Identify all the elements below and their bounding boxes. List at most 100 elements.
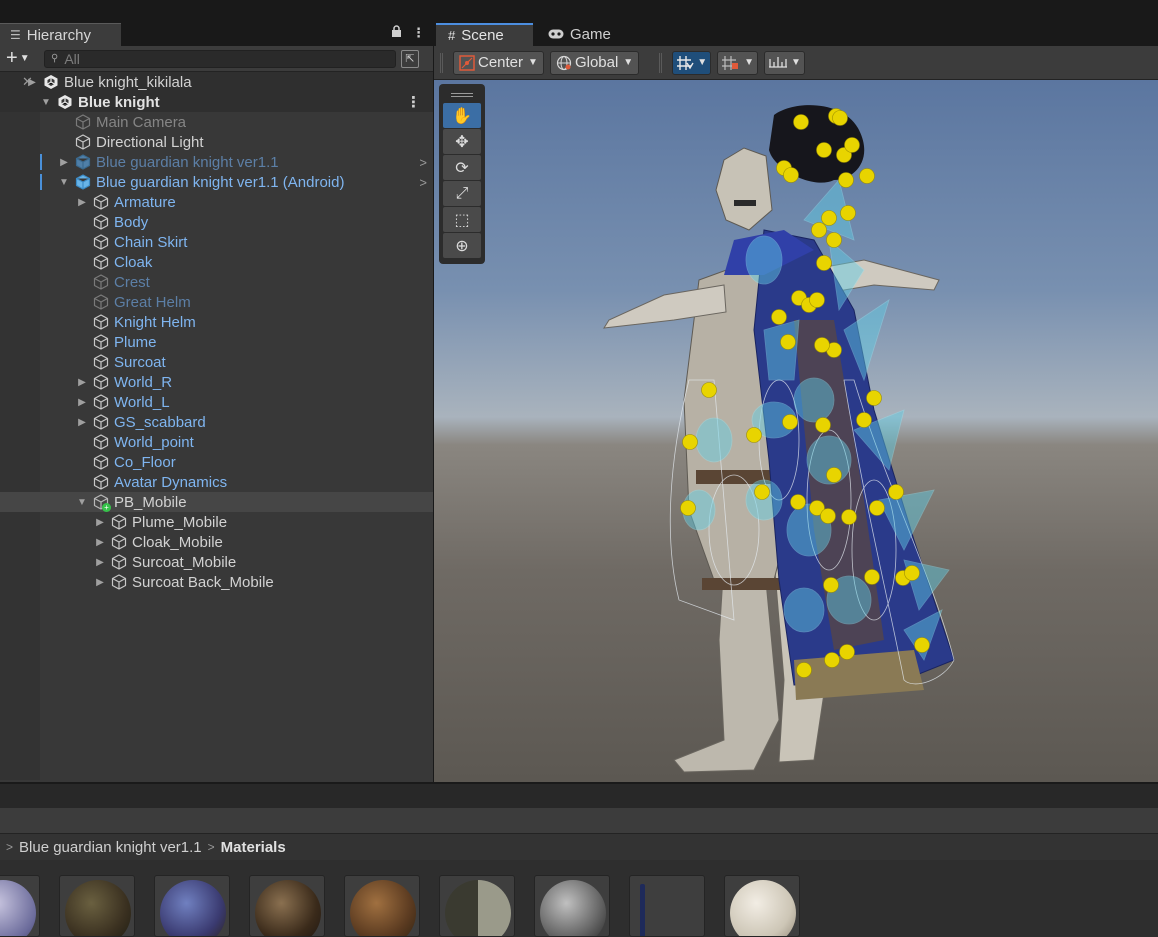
chevron-right-icon: > xyxy=(207,840,215,854)
hierarchy-row-label: Crest xyxy=(114,273,150,291)
gizmo-joint xyxy=(809,292,825,308)
hierarchy-row[interactable]: ▶ World_L xyxy=(0,392,433,412)
hierarchy-row-label: Knight Helm xyxy=(114,313,196,331)
lock-icon[interactable] xyxy=(391,25,402,41)
gizmo-joint xyxy=(838,172,854,188)
gizmo-joint xyxy=(821,210,837,226)
chevron-right-icon[interactable]: > xyxy=(419,155,427,170)
hierarchy-row[interactable]: ▶ Blue guardian knight ver1.1 > xyxy=(0,152,433,172)
hierarchy-row[interactable]: ▶Great Helm xyxy=(0,292,433,312)
increment-snap-toggle[interactable]: ▼ xyxy=(717,50,759,75)
search-input[interactable]: ⚲ All xyxy=(44,49,396,68)
expand-right-icon[interactable]: ▶ xyxy=(76,197,88,208)
panel-splitter[interactable] xyxy=(0,782,1158,808)
hierarchy-row[interactable]: ▶ Plume_Mobile xyxy=(0,512,433,532)
expand-right-icon[interactable]: ▶ xyxy=(76,417,88,428)
breadcrumb-root[interactable]: Blue guardian knight ver1.1 xyxy=(19,839,202,856)
expand-down-icon[interactable]: ▼ xyxy=(40,97,52,108)
expand-right-icon[interactable]: ▶ xyxy=(94,577,106,588)
hierarchy-row[interactable]: ▶Directional Light xyxy=(0,132,433,152)
material-thumbnail[interactable] xyxy=(249,875,325,937)
create-button[interactable]: + ▼ xyxy=(6,47,44,70)
ruler-toggle[interactable]: ▼ xyxy=(764,50,805,75)
hierarchy-row[interactable]: ▶Plume xyxy=(0,332,433,352)
material-thumbnail[interactable] xyxy=(724,875,800,937)
gizmo-joint xyxy=(832,110,848,126)
project-panel: > Blue guardian knight ver1.1 > Material… xyxy=(0,808,1158,937)
expand-down-icon[interactable]: ▼ xyxy=(76,497,88,508)
hierarchy-row[interactable]: ▶ Cloak_Mobile xyxy=(0,532,433,552)
hierarchy-row-label: Blue knight xyxy=(78,93,160,111)
breadcrumb: > Blue guardian knight ver1.1 > Material… xyxy=(0,834,1158,860)
hand-icon: ✋ xyxy=(452,107,472,125)
snap-increment-icon xyxy=(722,55,739,70)
material-thumbnail[interactable] xyxy=(534,875,610,937)
hierarchy-row[interactable]: ▼ Blue guardian knight ver1.1 (Android) > xyxy=(0,172,433,192)
hierarchy-row[interactable]: ▶Chain Skirt xyxy=(0,232,433,252)
space-mode-dropdown[interactable]: Global ▼ xyxy=(549,50,640,75)
tab-game[interactable]: Game xyxy=(536,23,626,46)
material-thumbnail[interactable] xyxy=(0,875,40,937)
grid-snap-toggle[interactable]: ▼ xyxy=(672,50,712,75)
hierarchy-row[interactable]: ▶Knight Helm xyxy=(0,312,433,332)
hierarchy-row[interactable]: ▶Crest xyxy=(0,272,433,292)
expand-right-icon[interactable]: ▶ xyxy=(76,377,88,388)
hierarchy-row[interactable]: ▶Surcoat xyxy=(0,352,433,372)
expand-right-icon[interactable]: ▶ xyxy=(94,537,106,548)
pivot-mode-dropdown[interactable]: Center ▼ xyxy=(453,50,544,75)
scene-viewport[interactable]: ✋ ✥ ⟳ ⤢ ⬚ ⊕ xyxy=(434,80,1158,782)
hierarchy-row[interactable]: ▶World_point xyxy=(0,432,433,452)
hand-tool-button[interactable]: ✋ xyxy=(443,103,481,128)
hierarchy-row[interactable]: ▼ + PB_Mobile xyxy=(0,492,433,512)
hierarchy-row[interactable]: ▶ Armature xyxy=(0,192,433,212)
hierarchy-row[interactable]: ✕ ▶ Blue knight_kikilala xyxy=(0,72,433,92)
override-indicator xyxy=(40,174,42,190)
material-thumbnail[interactable] xyxy=(154,875,230,937)
gizmo-joint xyxy=(864,569,880,585)
move-tool-button[interactable]: ✥ xyxy=(443,129,481,154)
expand-right-icon[interactable]: ▶ xyxy=(94,557,106,568)
expand-right-icon[interactable]: ▶ xyxy=(58,157,70,168)
hierarchy-row-label: Great Helm xyxy=(114,293,191,311)
hierarchy-row[interactable]: ▶Cloak xyxy=(0,252,433,272)
hierarchy-row[interactable]: ▶ GS_scabbard xyxy=(0,412,433,432)
search-filter-button[interactable]: ⇱ xyxy=(401,49,419,68)
breadcrumb-current[interactable]: Materials xyxy=(221,839,286,856)
scene-panel: # Scene Game Center ▼ Global ▼ ▼ ▼ ▼ ✋ ✥… xyxy=(434,22,1158,782)
tab-scene[interactable]: # Scene xyxy=(436,23,533,46)
hierarchy-row[interactable]: ▼ Blue knight ⋮ xyxy=(0,92,433,112)
expand-right-icon[interactable]: ▶ xyxy=(76,397,88,408)
hierarchy-row[interactable]: ▶Avatar Dynamics xyxy=(0,472,433,492)
kebab-menu-icon[interactable]: ⋮ xyxy=(406,93,421,111)
material-thumbnail[interactable] xyxy=(59,875,135,937)
hierarchy-row[interactable]: ▶ World_R xyxy=(0,372,433,392)
gizmo-joint xyxy=(783,167,799,183)
hierarchy-row[interactable]: ▶ Surcoat Back_Mobile xyxy=(0,572,433,592)
rotate-icon: ⟳ xyxy=(455,159,469,177)
hierarchy-row-label: Plume_Mobile xyxy=(132,513,228,531)
scale-icon: ⤢ xyxy=(455,184,469,202)
material-thumbnail[interactable] xyxy=(439,875,515,937)
rect-tool-button[interactable]: ⬚ xyxy=(443,207,481,232)
chevron-right-icon[interactable]: > xyxy=(419,175,427,190)
hierarchy-row[interactable]: ▶ Surcoat_Mobile xyxy=(0,552,433,572)
overlay-drag-handle[interactable] xyxy=(443,88,481,102)
kebab-menu-icon[interactable]: ⋮ xyxy=(412,25,425,41)
hierarchy-row-label: Co_Floor xyxy=(114,453,176,471)
gizmo-joint xyxy=(856,412,872,428)
scale-tool-button[interactable]: ⤢ xyxy=(443,181,481,206)
hierarchy-row[interactable]: ▶Co_Floor xyxy=(0,452,433,472)
transform-tool-button[interactable]: ⊕ xyxy=(443,233,481,258)
hierarchy-row[interactable]: ▶Body xyxy=(0,212,433,232)
gizmo-joint xyxy=(840,205,856,221)
chevron-down-icon: ▼ xyxy=(744,57,755,68)
tab-game-label: Game xyxy=(570,26,611,43)
rotate-tool-button[interactable]: ⟳ xyxy=(443,155,481,180)
expand-right-icon[interactable]: ▶ xyxy=(94,517,106,528)
tab-hierarchy[interactable]: ☰ Hierarchy xyxy=(0,23,121,46)
hierarchy-row[interactable]: ▶Main Camera xyxy=(0,112,433,132)
visibility-toggle-icon[interactable]: ✕ xyxy=(22,74,33,90)
expand-down-icon[interactable]: ▼ xyxy=(58,177,70,188)
material-thumbnail[interactable] xyxy=(629,875,705,937)
material-thumbnail[interactable] xyxy=(344,875,420,937)
